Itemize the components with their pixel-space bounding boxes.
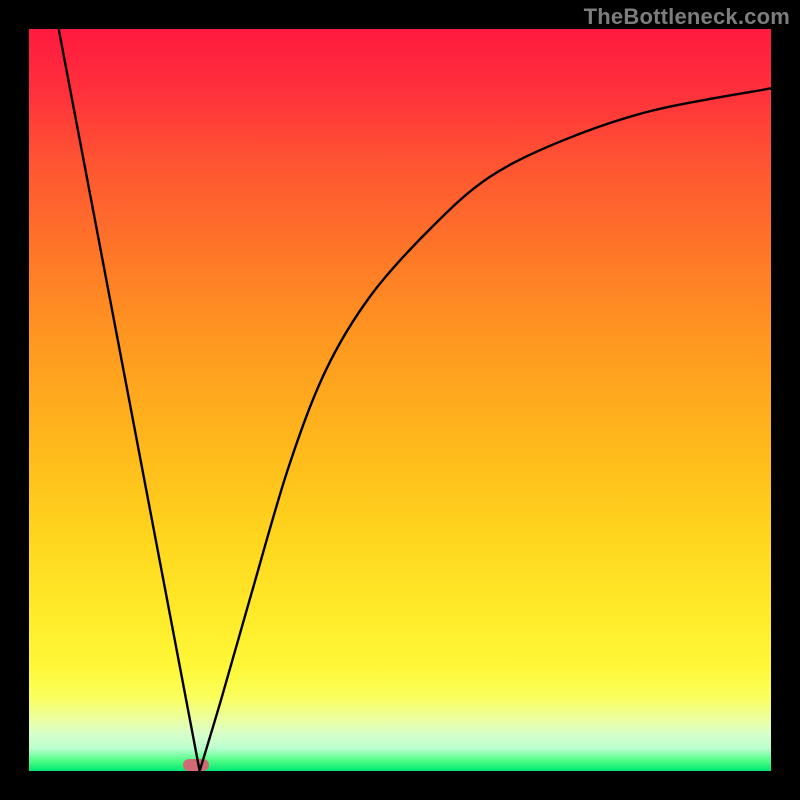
chart-container: TheBottleneck.com [0,0,800,800]
optimum-marker [183,759,209,771]
watermark: TheBottleneck.com [584,4,790,30]
plot-area [29,29,771,771]
